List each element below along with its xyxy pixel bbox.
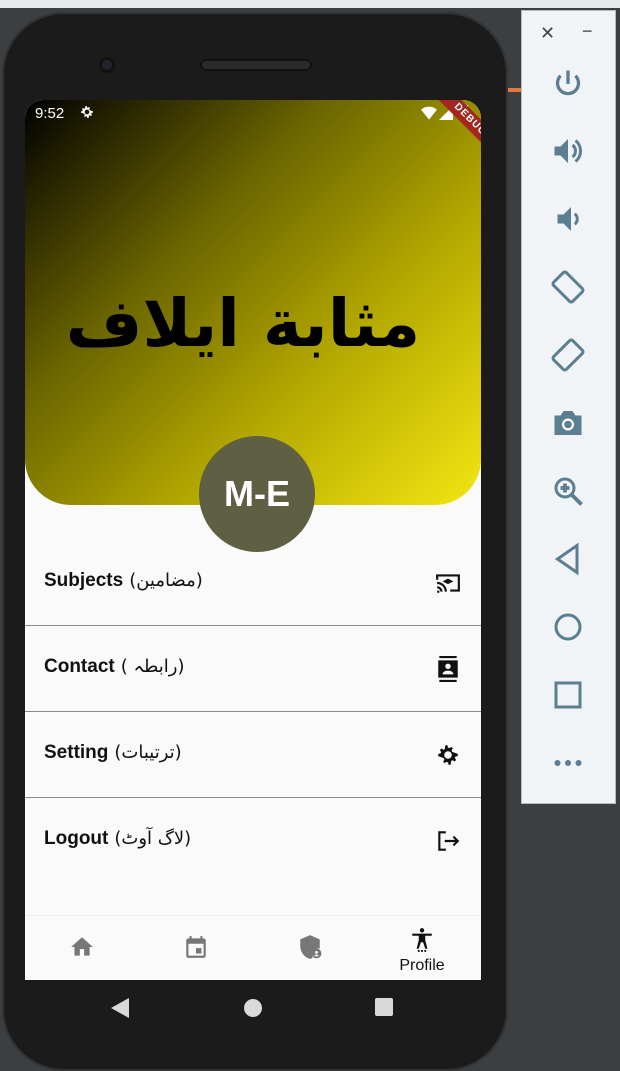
ide-top-strip xyxy=(0,0,620,8)
admin-shield-icon[interactable] xyxy=(297,934,323,960)
menu-item-logout[interactable]: Logout (لاگ آوٹ) xyxy=(25,798,481,883)
avatar-initials: M-E xyxy=(224,473,290,514)
menu-item-setting[interactable]: Setting (ترتیبات) xyxy=(25,712,481,798)
minimize-icon[interactable]: − xyxy=(582,21,593,42)
logout-urdu-label: (لاگ آوٹ) xyxy=(114,828,192,849)
zoom-icon[interactable] xyxy=(550,473,586,509)
subjects-label: Subjects xyxy=(44,570,124,591)
overview-icon[interactable] xyxy=(550,677,586,713)
recents-square-icon[interactable] xyxy=(375,998,393,1016)
volume-down-icon[interactable] xyxy=(550,201,586,237)
volume-up-icon[interactable] xyxy=(550,133,586,169)
subjects-urdu-label: (مضامین) xyxy=(129,570,203,591)
contact-urdu-label: ( رابطہ) xyxy=(120,656,185,677)
earpiece-speaker xyxy=(200,59,312,71)
emulator-side-panel: ✕ − xyxy=(521,10,616,804)
menu-item-contact[interactable]: Contact( رابطہ) xyxy=(25,626,481,712)
back-icon[interactable] xyxy=(550,541,586,577)
rotate-right-icon[interactable] xyxy=(550,337,586,373)
home-icon[interactable] xyxy=(550,609,586,645)
rotate-left-icon[interactable] xyxy=(550,269,586,305)
status-bar: 9:52 xyxy=(25,100,481,128)
front-camera xyxy=(99,57,115,73)
avatar[interactable]: M-E xyxy=(199,436,315,552)
android-nav-bar xyxy=(25,980,481,1036)
cast-for-education-icon xyxy=(436,574,460,593)
wifi-icon xyxy=(421,106,437,120)
close-icon[interactable]: ✕ xyxy=(540,23,555,44)
power-icon[interactable] xyxy=(550,66,586,102)
nav-profile-label: Profile xyxy=(399,957,445,974)
accessibility-icon xyxy=(412,928,432,952)
contact-card-icon xyxy=(438,656,458,682)
setting-urdu-label: (ترتیبات) xyxy=(114,742,182,763)
setting-label: Setting xyxy=(44,742,109,763)
more-icon[interactable] xyxy=(550,745,586,781)
calendar-icon[interactable] xyxy=(183,934,209,960)
back-triangle-icon[interactable] xyxy=(111,998,129,1018)
logout-label: Logout xyxy=(44,828,109,849)
menu-label-subjects: Subjects (مضامین) xyxy=(44,570,203,592)
menu-label-contact: Contact( رابطہ) xyxy=(44,656,185,678)
header-title: مثابة ايلاف xyxy=(65,285,421,362)
home-icon[interactable] xyxy=(69,934,95,960)
logout-icon xyxy=(438,831,460,851)
gear-icon xyxy=(438,745,458,765)
nav-profile[interactable]: Profile xyxy=(397,926,447,975)
contact-label: Contact xyxy=(44,656,115,677)
home-circle-icon[interactable] xyxy=(243,998,263,1018)
menu-label-setting: Setting (ترتیبات) xyxy=(44,742,182,764)
settings-gear-icon xyxy=(81,106,93,118)
ide-accent-mark xyxy=(508,88,522,92)
app-screen: 9:52 DEBUG مثابة ايلاف M-E Subjects (مضام… xyxy=(25,100,481,980)
menu-item-subjects[interactable]: Subjects (مضامین) xyxy=(25,540,481,626)
status-time: 9:52 xyxy=(35,105,65,122)
menu-label-logout: Logout (لاگ آوٹ) xyxy=(44,828,191,850)
profile-menu: Subjects (مضامین) Contact( رابطہ) Setting… xyxy=(25,540,481,883)
bottom-navigation: Profile xyxy=(25,915,481,980)
camera-icon[interactable] xyxy=(550,405,586,441)
